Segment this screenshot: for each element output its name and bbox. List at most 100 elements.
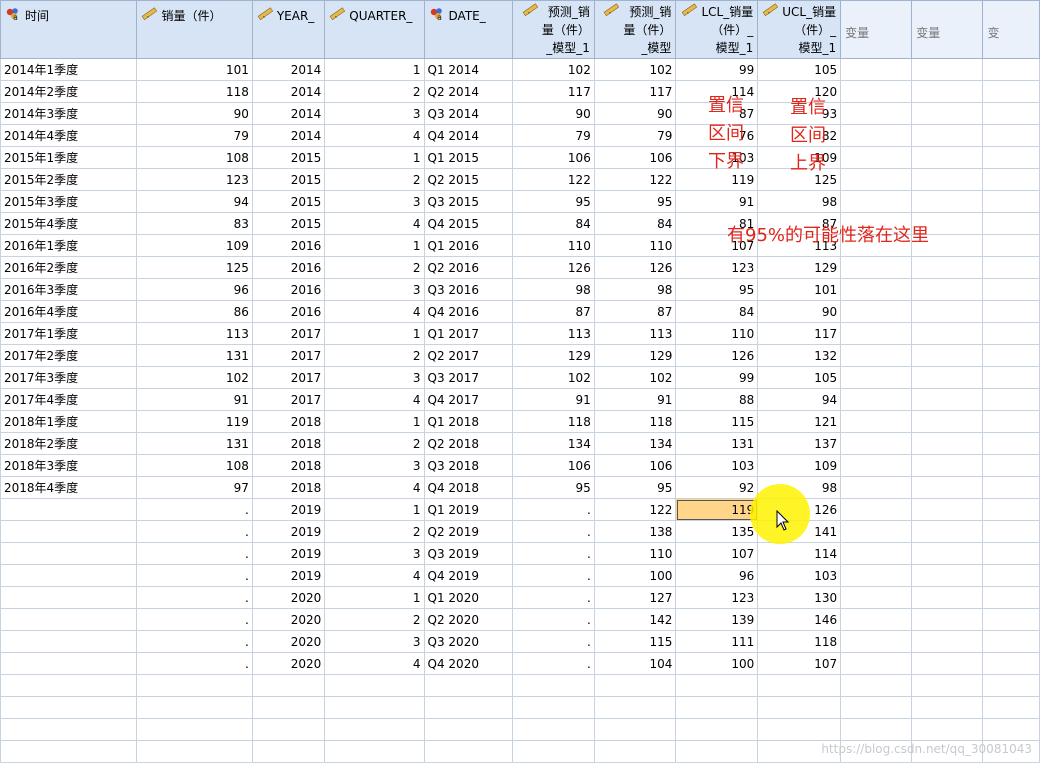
table-cell[interactable] [675,718,759,741]
table-cell[interactable] [982,300,1040,323]
table-cell[interactable]: 2018年2季度 [0,432,138,455]
table-cell[interactable] [840,454,913,477]
table-cell[interactable]: Q2 2017 [423,344,514,367]
table-cell[interactable]: 117 [512,80,595,103]
table-cell[interactable]: . [512,608,595,631]
data-view-grid[interactable]: a 时间 销量（件） YEAR_ QUARTER_ a DATE_ 预测_销 量（件） _模型… [0,0,1040,766]
table-cell[interactable]: 113 [512,322,595,345]
table-cell[interactable]: Q4 2020 [423,652,514,675]
table-cell[interactable]: 146 [757,608,842,631]
table-cell[interactable]: 134 [593,432,677,455]
table-cell[interactable] [840,300,913,323]
table-cell[interactable] [757,674,842,697]
table-cell[interactable] [136,674,253,697]
table-cell[interactable]: 2 [324,608,425,631]
table-cell[interactable]: 2016 [251,278,326,301]
table-cell[interactable]: 2014 [251,124,326,147]
table-cell[interactable]: Q2 2019 [423,520,514,543]
table-cell[interactable] [911,300,984,323]
table-cell[interactable] [911,80,984,103]
table-cell[interactable] [982,146,1040,169]
table-cell[interactable]: 2016年3季度 [0,278,138,301]
table-cell[interactable] [324,718,425,741]
table-cell[interactable] [982,520,1040,543]
table-cell[interactable]: 3 [324,190,425,213]
table-cell[interactable]: 98 [512,278,595,301]
table-cell[interactable] [982,432,1040,455]
table-cell[interactable] [911,674,984,697]
table-cell[interactable]: 2018 [251,454,326,477]
table-cell[interactable]: 2 [324,520,425,543]
table-cell[interactable] [512,674,595,697]
table-cell[interactable] [982,190,1040,213]
table-cell[interactable] [911,498,984,521]
table-cell[interactable]: 123 [675,256,759,279]
table-cell[interactable]: 2 [324,168,425,191]
table-cell[interactable] [982,564,1040,587]
table-cell[interactable] [840,146,913,169]
table-cell[interactable]: 100 [675,652,759,675]
table-cell[interactable]: 4 [324,124,425,147]
table-cell[interactable]: . [512,498,595,521]
table-cell[interactable]: 95 [512,190,595,213]
table-cell[interactable]: 2015 [251,168,326,191]
table-cell[interactable] [982,608,1040,631]
table-cell[interactable]: 95 [512,476,595,499]
table-cell[interactable] [982,212,1040,235]
table-cell[interactable]: . [512,652,595,675]
table-cell[interactable]: 2 [324,80,425,103]
table-cell[interactable]: . [136,586,253,609]
table-cell[interactable]: Q1 2016 [423,234,514,257]
table-cell[interactable] [324,696,425,719]
table-cell[interactable]: 83 [136,212,253,235]
table-cell[interactable] [757,718,842,741]
table-cell[interactable]: 91 [675,190,759,213]
table-cell[interactable]: 2014 [251,80,326,103]
table-cell[interactable]: 2014年4季度 [0,124,138,147]
table-cell[interactable]: 4 [324,212,425,235]
table-cell[interactable]: Q4 2016 [423,300,514,323]
table-cell[interactable]: 79 [593,124,677,147]
table-cell[interactable]: 95 [675,278,759,301]
table-cell[interactable] [840,520,913,543]
table-cell[interactable]: Q1 2019 [423,498,514,521]
table-cell[interactable]: 95 [593,476,677,499]
table-cell[interactable] [840,322,913,345]
table-cell[interactable]: Q4 2014 [423,124,514,147]
table-cell[interactable] [982,322,1040,345]
column-header-7[interactable]: LCL_销量 （件）_ 模型_1 [675,0,759,59]
table-cell[interactable]: 96 [675,564,759,587]
table-cell[interactable]: 109 [757,454,842,477]
table-cell[interactable]: 129 [512,344,595,367]
table-cell[interactable] [840,476,913,499]
table-cell[interactable]: Q1 2020 [423,586,514,609]
table-cell[interactable] [0,542,138,565]
table-cell[interactable] [512,696,595,719]
table-cell[interactable]: Q1 2015 [423,146,514,169]
table-cell[interactable]: 1 [324,234,425,257]
table-cell[interactable]: 135 [675,520,759,543]
table-cell[interactable] [0,718,138,741]
table-cell[interactable]: 91 [512,388,595,411]
table-cell[interactable]: 102 [136,366,253,389]
table-cell[interactable]: 114 [757,542,842,565]
table-cell[interactable] [423,718,514,741]
table-cell[interactable]: 84 [593,212,677,235]
table-cell[interactable] [911,454,984,477]
table-cell[interactable]: 84 [512,212,595,235]
table-cell[interactable] [982,124,1040,147]
column-header-10[interactable]: 变量 [911,0,984,59]
table-cell[interactable] [982,410,1040,433]
table-cell[interactable]: 139 [675,608,759,631]
table-cell[interactable]: 79 [136,124,253,147]
table-cell[interactable]: 122 [512,168,595,191]
table-cell[interactable] [840,366,913,389]
table-cell[interactable]: 102 [512,366,595,389]
table-cell[interactable]: 125 [136,256,253,279]
table-cell[interactable]: 102 [593,58,677,81]
table-cell[interactable]: 132 [757,344,842,367]
table-cell[interactable] [982,630,1040,653]
table-cell[interactable] [0,674,138,697]
table-cell[interactable]: 2015 [251,146,326,169]
table-cell[interactable]: 113 [593,322,677,345]
